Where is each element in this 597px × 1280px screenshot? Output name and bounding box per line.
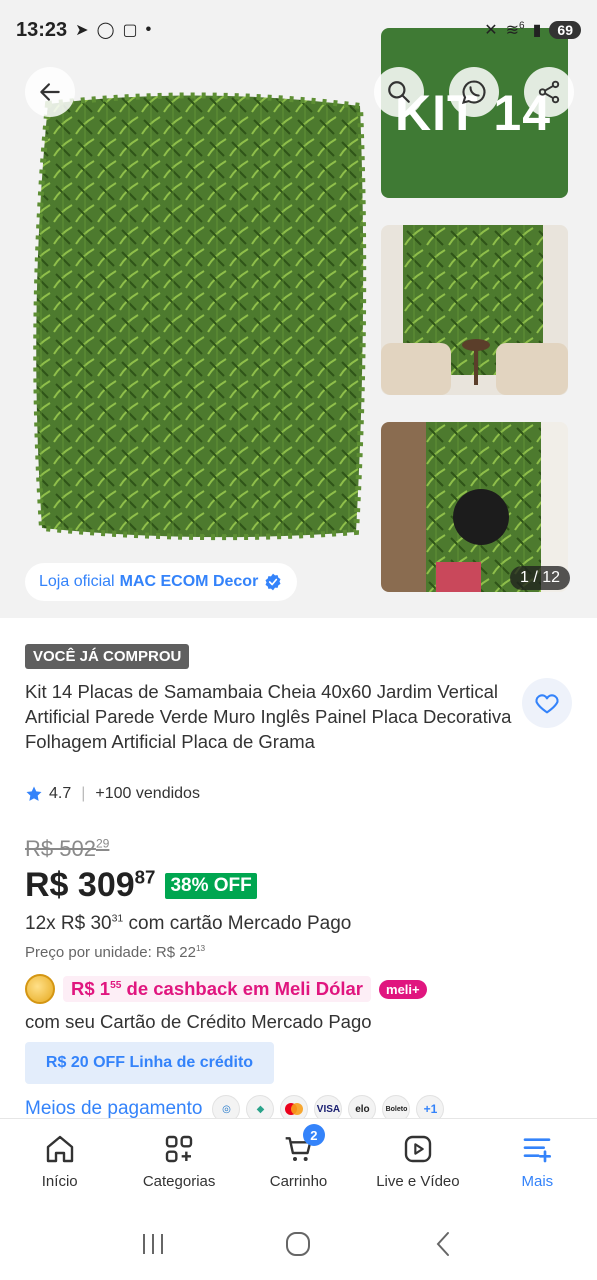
signal-badge: 6 [519,20,525,32]
verified-badge-icon [265,573,281,591]
categories-icon [165,1135,193,1163]
mute-icon: ✕ [484,22,498,39]
search-icon [388,81,410,103]
nav-back-icon[interactable] [429,1229,459,1259]
credit-line-button[interactable]: R$ 20 OFF Linha de crédito [25,1042,274,1084]
tab-more[interactable]: Mais [478,1119,597,1208]
cashback-prefix: R$ 1 [71,978,111,999]
system-nav-bar [0,1208,597,1280]
original-price-cents: 29 [95,836,110,851]
official-store-chip[interactable]: Loja oficial MAC ECOM Decor [25,563,298,601]
unit-price-label: Preço por unidade: R$ 22 [25,944,196,961]
heart-icon [535,694,559,714]
cashback-row[interactable]: R$ 155 de cashback em Meli Dólar meli+ [25,974,427,1004]
search-button[interactable] [374,67,424,117]
arrow-left-icon [40,83,60,101]
unit-price: Preço por unidade: R$ 2213 [25,944,205,961]
image-gallery[interactable]: KIT 14 1 / 12 Loja oficial MAC ECOM Deco… [0,0,597,618]
original-price: R$ 50229 [25,836,109,862]
wifi-icon: ≋6 [505,20,525,39]
original-price-int: R$ 502 [25,836,96,861]
already-bought-badge: VOCÊ JÁ COMPROU [25,644,190,669]
installments-suffix: com cartão Mercado Pago [128,913,352,934]
store-name: MAC ECOM Decor [119,573,259,590]
store-prefix: Loja oficial [39,573,115,590]
cashback-suffix: de cashback em Meli Dólar [126,978,364,999]
dot-icon: • [145,21,152,38]
status-bar: 13:23 ➤ ◯ ▢ • ✕ ≋6 ▮ 69 [0,0,597,60]
tab-label: Mais [521,1173,554,1190]
home-circle-icon[interactable] [283,1229,313,1259]
discount-badge: 38% OFF [165,872,257,899]
telegram-icon: ➤ [75,22,89,39]
rating-row[interactable]: 4.7 | +100 vendidos [25,785,200,803]
product-page: KIT 14 1 / 12 Loja oficial MAC ECOM Deco… [0,0,597,1280]
back-button[interactable] [25,67,75,117]
share-button[interactable] [524,67,574,117]
installments-prefix: 12x R$ 30 [25,913,112,934]
separator: | [81,785,86,802]
price-row: R$ 30987 38% OFF [25,866,257,905]
favorite-button[interactable] [522,678,572,728]
whatsapp-share-button[interactable] [449,67,499,117]
play-icon [404,1135,432,1163]
instagram-icon: ▢ [122,22,138,39]
payment-methods-link[interactable]: Meios de pagamento [25,1098,202,1120]
battery-indicator: 69 [549,21,581,39]
current-price-cents: 87 [134,866,156,888]
product-title: Kit 14 Placas de Samambaia Cheia 40x60 J… [25,681,512,752]
status-time: 13:23 [16,18,68,41]
tab-categories[interactable]: Categorias [119,1119,238,1208]
image-counter: 1 / 12 [510,566,571,590]
installments-info: 12x R$ 3031 com cartão Mercado Pago [25,913,351,935]
bottom-tab-bar: Início Categorias 2 Carrinho Live e Víde… [0,1118,597,1208]
tab-home[interactable]: Início [0,1119,119,1208]
home-icon [46,1135,73,1163]
unit-price-cents: 13 [195,944,206,953]
recent-apps-icon[interactable] [138,1231,168,1257]
cart-count-badge: 2 [302,1124,325,1146]
thumbnail-2[interactable] [381,225,568,395]
tab-cart[interactable]: 2 Carrinho [239,1119,358,1208]
star-icon [26,786,42,801]
whatsapp-notification-icon: ◯ [96,22,115,39]
signal-icon: ▮ [532,22,542,39]
tab-live-video[interactable]: Live e Vídeo [358,1119,477,1208]
whatsapp-icon [461,80,486,104]
current-price-int: R$ 309 [25,866,135,904]
tab-label: Categorias [142,1173,216,1190]
current-price: R$ 30987 [25,866,155,905]
main-product-image[interactable] [30,92,370,542]
tab-label: Carrinho [269,1173,328,1190]
meli-plus-badge: meli+ [379,979,427,999]
tab-label: Início [41,1173,78,1190]
cashback-text: R$ 155 de cashback em Meli Dólar [63,976,372,1002]
meli-coin-icon [25,974,55,1004]
cashback-cents: 55 [110,979,122,991]
credit-card-note: com seu Cartão de Crédito Mercado Pago [25,1011,372,1032]
share-icon [538,80,560,104]
sold-count: +100 vendidos [95,785,200,802]
installments-cents: 31 [111,913,124,925]
rating-value: 4.7 [49,785,72,802]
menu-icon [523,1138,552,1163]
tab-label: Live e Vídeo [376,1173,460,1190]
